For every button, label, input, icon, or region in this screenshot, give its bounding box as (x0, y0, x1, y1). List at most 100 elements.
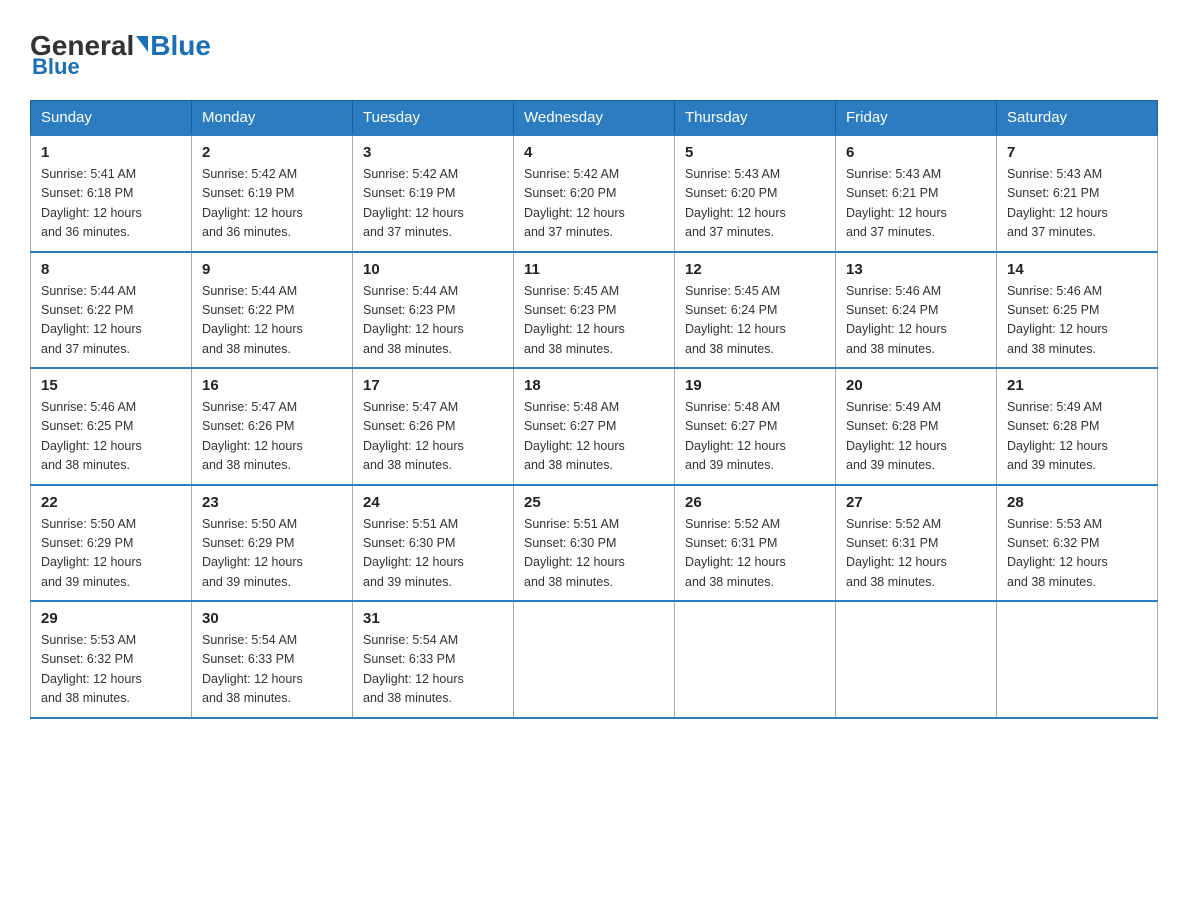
day-info: Sunrise: 5:51 AM Sunset: 6:30 PM Dayligh… (524, 515, 664, 593)
day-number: 6 (846, 144, 986, 161)
table-row: 7 Sunrise: 5:43 AM Sunset: 6:21 PM Dayli… (997, 135, 1158, 252)
table-row: 4 Sunrise: 5:42 AM Sunset: 6:20 PM Dayli… (514, 135, 675, 252)
day-number: 19 (685, 377, 825, 394)
day-number: 26 (685, 494, 825, 511)
day-info: Sunrise: 5:50 AM Sunset: 6:29 PM Dayligh… (202, 515, 342, 593)
col-sunday: Sunday (31, 101, 192, 136)
table-row (675, 601, 836, 718)
table-row: 24 Sunrise: 5:51 AM Sunset: 6:30 PM Dayl… (353, 485, 514, 602)
calendar-week-row: 29 Sunrise: 5:53 AM Sunset: 6:32 PM Dayl… (31, 601, 1158, 718)
table-row: 16 Sunrise: 5:47 AM Sunset: 6:26 PM Dayl… (192, 368, 353, 485)
day-number: 29 (41, 610, 181, 627)
day-number: 15 (41, 377, 181, 394)
day-info: Sunrise: 5:41 AM Sunset: 6:18 PM Dayligh… (41, 165, 181, 243)
day-info: Sunrise: 5:54 AM Sunset: 6:33 PM Dayligh… (202, 631, 342, 709)
table-row: 9 Sunrise: 5:44 AM Sunset: 6:22 PM Dayli… (192, 252, 353, 369)
day-number: 1 (41, 144, 181, 161)
table-row: 31 Sunrise: 5:54 AM Sunset: 6:33 PM Dayl… (353, 601, 514, 718)
table-row: 22 Sunrise: 5:50 AM Sunset: 6:29 PM Dayl… (31, 485, 192, 602)
logo: General Blue Blue (30, 30, 211, 80)
day-info: Sunrise: 5:49 AM Sunset: 6:28 PM Dayligh… (1007, 398, 1147, 476)
day-number: 18 (524, 377, 664, 394)
table-row: 28 Sunrise: 5:53 AM Sunset: 6:32 PM Dayl… (997, 485, 1158, 602)
day-info: Sunrise: 5:42 AM Sunset: 6:19 PM Dayligh… (363, 165, 503, 243)
day-number: 27 (846, 494, 986, 511)
table-row (514, 601, 675, 718)
logo-blue-text: Blue (150, 30, 211, 62)
day-info: Sunrise: 5:51 AM Sunset: 6:30 PM Dayligh… (363, 515, 503, 593)
day-info: Sunrise: 5:43 AM Sunset: 6:21 PM Dayligh… (846, 165, 986, 243)
table-row: 13 Sunrise: 5:46 AM Sunset: 6:24 PM Dayl… (836, 252, 997, 369)
table-row: 23 Sunrise: 5:50 AM Sunset: 6:29 PM Dayl… (192, 485, 353, 602)
day-number: 31 (363, 610, 503, 627)
table-row: 10 Sunrise: 5:44 AM Sunset: 6:23 PM Dayl… (353, 252, 514, 369)
day-number: 22 (41, 494, 181, 511)
day-number: 14 (1007, 261, 1147, 278)
day-number: 25 (524, 494, 664, 511)
table-row: 17 Sunrise: 5:47 AM Sunset: 6:26 PM Dayl… (353, 368, 514, 485)
day-number: 13 (846, 261, 986, 278)
table-row (836, 601, 997, 718)
table-row: 5 Sunrise: 5:43 AM Sunset: 6:20 PM Dayli… (675, 135, 836, 252)
table-row: 30 Sunrise: 5:54 AM Sunset: 6:33 PM Dayl… (192, 601, 353, 718)
day-info: Sunrise: 5:50 AM Sunset: 6:29 PM Dayligh… (41, 515, 181, 593)
day-number: 20 (846, 377, 986, 394)
table-row: 25 Sunrise: 5:51 AM Sunset: 6:30 PM Dayl… (514, 485, 675, 602)
day-info: Sunrise: 5:54 AM Sunset: 6:33 PM Dayligh… (363, 631, 503, 709)
day-number: 21 (1007, 377, 1147, 394)
day-info: Sunrise: 5:48 AM Sunset: 6:27 PM Dayligh… (524, 398, 664, 476)
col-tuesday: Tuesday (353, 101, 514, 136)
table-row: 29 Sunrise: 5:53 AM Sunset: 6:32 PM Dayl… (31, 601, 192, 718)
calendar-week-row: 8 Sunrise: 5:44 AM Sunset: 6:22 PM Dayli… (31, 252, 1158, 369)
calendar-week-row: 15 Sunrise: 5:46 AM Sunset: 6:25 PM Dayl… (31, 368, 1158, 485)
table-row: 8 Sunrise: 5:44 AM Sunset: 6:22 PM Dayli… (31, 252, 192, 369)
day-number: 4 (524, 144, 664, 161)
day-info: Sunrise: 5:47 AM Sunset: 6:26 PM Dayligh… (363, 398, 503, 476)
table-row: 20 Sunrise: 5:49 AM Sunset: 6:28 PM Dayl… (836, 368, 997, 485)
table-row: 12 Sunrise: 5:45 AM Sunset: 6:24 PM Dayl… (675, 252, 836, 369)
col-monday: Monday (192, 101, 353, 136)
day-number: 3 (363, 144, 503, 161)
day-number: 23 (202, 494, 342, 511)
table-row (997, 601, 1158, 718)
day-info: Sunrise: 5:52 AM Sunset: 6:31 PM Dayligh… (846, 515, 986, 593)
table-row: 18 Sunrise: 5:48 AM Sunset: 6:27 PM Dayl… (514, 368, 675, 485)
day-info: Sunrise: 5:42 AM Sunset: 6:20 PM Dayligh… (524, 165, 664, 243)
calendar-week-row: 22 Sunrise: 5:50 AM Sunset: 6:29 PM Dayl… (31, 485, 1158, 602)
table-row: 14 Sunrise: 5:46 AM Sunset: 6:25 PM Dayl… (997, 252, 1158, 369)
day-number: 17 (363, 377, 503, 394)
table-row: 2 Sunrise: 5:42 AM Sunset: 6:19 PM Dayli… (192, 135, 353, 252)
col-friday: Friday (836, 101, 997, 136)
day-number: 30 (202, 610, 342, 627)
day-info: Sunrise: 5:46 AM Sunset: 6:25 PM Dayligh… (1007, 282, 1147, 360)
day-info: Sunrise: 5:44 AM Sunset: 6:22 PM Dayligh… (41, 282, 181, 360)
day-info: Sunrise: 5:43 AM Sunset: 6:21 PM Dayligh… (1007, 165, 1147, 243)
day-info: Sunrise: 5:45 AM Sunset: 6:24 PM Dayligh… (685, 282, 825, 360)
day-number: 2 (202, 144, 342, 161)
day-info: Sunrise: 5:53 AM Sunset: 6:32 PM Dayligh… (1007, 515, 1147, 593)
day-number: 24 (363, 494, 503, 511)
day-info: Sunrise: 5:45 AM Sunset: 6:23 PM Dayligh… (524, 282, 664, 360)
logo-underline: Blue (32, 54, 80, 80)
day-info: Sunrise: 5:44 AM Sunset: 6:22 PM Dayligh… (202, 282, 342, 360)
table-row: 1 Sunrise: 5:41 AM Sunset: 6:18 PM Dayli… (31, 135, 192, 252)
table-row: 27 Sunrise: 5:52 AM Sunset: 6:31 PM Dayl… (836, 485, 997, 602)
table-row: 19 Sunrise: 5:48 AM Sunset: 6:27 PM Dayl… (675, 368, 836, 485)
table-row: 6 Sunrise: 5:43 AM Sunset: 6:21 PM Dayli… (836, 135, 997, 252)
calendar-week-row: 1 Sunrise: 5:41 AM Sunset: 6:18 PM Dayli… (31, 135, 1158, 252)
table-row: 15 Sunrise: 5:46 AM Sunset: 6:25 PM Dayl… (31, 368, 192, 485)
table-row: 3 Sunrise: 5:42 AM Sunset: 6:19 PM Dayli… (353, 135, 514, 252)
day-number: 8 (41, 261, 181, 278)
day-number: 9 (202, 261, 342, 278)
col-saturday: Saturday (997, 101, 1158, 136)
day-number: 5 (685, 144, 825, 161)
day-info: Sunrise: 5:42 AM Sunset: 6:19 PM Dayligh… (202, 165, 342, 243)
day-info: Sunrise: 5:49 AM Sunset: 6:28 PM Dayligh… (846, 398, 986, 476)
day-info: Sunrise: 5:52 AM Sunset: 6:31 PM Dayligh… (685, 515, 825, 593)
day-info: Sunrise: 5:48 AM Sunset: 6:27 PM Dayligh… (685, 398, 825, 476)
day-info: Sunrise: 5:43 AM Sunset: 6:20 PM Dayligh… (685, 165, 825, 243)
table-row: 21 Sunrise: 5:49 AM Sunset: 6:28 PM Dayl… (997, 368, 1158, 485)
col-thursday: Thursday (675, 101, 836, 136)
table-row: 11 Sunrise: 5:45 AM Sunset: 6:23 PM Dayl… (514, 252, 675, 369)
day-number: 12 (685, 261, 825, 278)
